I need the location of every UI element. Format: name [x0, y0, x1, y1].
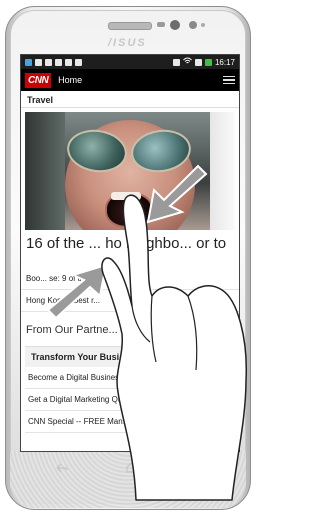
story-link[interactable]: Boo... se: 9 of th... [21, 268, 239, 290]
hero-side-panel [210, 112, 235, 230]
partners-heading: From Our Partne... [26, 324, 118, 336]
document-icon [75, 58, 82, 66]
earpiece-speaker [108, 22, 152, 30]
image-icon [45, 58, 52, 66]
story-headline[interactable]: 16 of the ... ho neighbo... or to [21, 230, 239, 268]
home-icon[interactable] [126, 462, 138, 476]
partner-box-title[interactable]: Transform Your Busi... [25, 347, 235, 367]
hero-teeth [111, 192, 141, 200]
screen: 16:17 CNN Home Travel 16 of the ... ho n… [20, 54, 240, 452]
app-bar: CNN Home [21, 69, 239, 91]
story-link[interactable]: Hong Kong's best r... [21, 290, 239, 312]
phone-chin [10, 451, 246, 508]
led-indicator [201, 23, 205, 27]
cnn-logo[interactable]: CNN [25, 72, 52, 88]
signal-icon [194, 58, 202, 66]
battery-saver-icon [35, 58, 42, 66]
status-time: 16:17 [214, 57, 235, 67]
vibrate-icon [172, 58, 180, 66]
back-icon[interactable] [56, 462, 68, 476]
brand-logo: /ISUS [108, 37, 147, 49]
status-left-icons [25, 58, 82, 66]
front-camera [170, 20, 180, 30]
hamburger-menu-icon[interactable] [223, 75, 235, 85]
partner-link[interactable]: CNN Special -- FREE Man... [25, 411, 235, 433]
recents-icon[interactable] [198, 462, 210, 476]
app-bar-title: Home [58, 75, 83, 85]
status-right-icons: 16:17 [172, 57, 235, 67]
light-sensor [189, 21, 197, 29]
partner-box: Transform Your Busi... Become a Digital … [25, 346, 235, 433]
shield-icon [55, 58, 62, 66]
sim-icon [25, 58, 32, 66]
hero-background [25, 112, 65, 230]
proximity-sensor [157, 22, 165, 27]
partner-link[interactable]: Become a Digital Business [25, 367, 235, 389]
sync-icon [65, 58, 72, 66]
battery-charging-icon [204, 58, 212, 66]
hero-image[interactable] [25, 112, 235, 230]
partner-link[interactable]: Get a Digital Marketing Qu... [25, 389, 235, 411]
wifi-icon [183, 57, 192, 67]
section-label[interactable]: Travel [21, 91, 239, 108]
status-bar: 16:17 [21, 55, 239, 69]
